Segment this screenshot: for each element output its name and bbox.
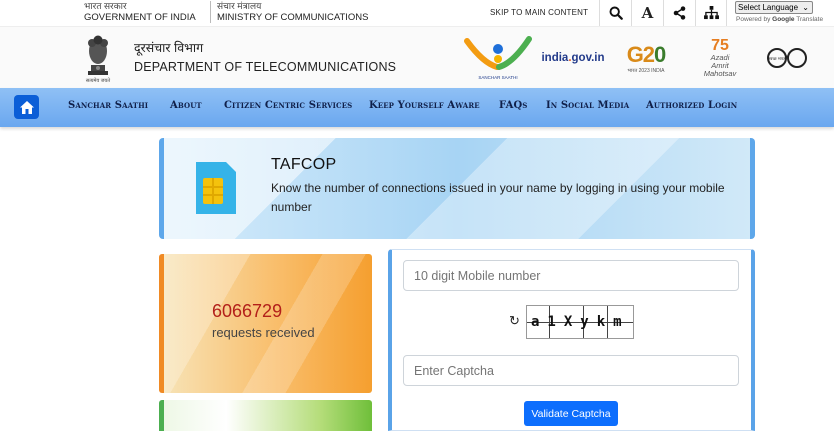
home-icon	[19, 100, 34, 114]
sitemap-button[interactable]	[695, 0, 727, 26]
g20-subtitle: भारत 2023 INDIA	[627, 68, 665, 74]
secondary-stats-card	[159, 400, 372, 431]
mobile-number-input[interactable]	[403, 260, 739, 291]
india-gov-text: india.gov.in	[541, 52, 605, 64]
search-button[interactable]	[599, 0, 631, 26]
nav-authorized-login[interactable]: Authorized Login	[646, 100, 737, 111]
powered-by-label: Powered by	[736, 16, 771, 23]
share-icon	[673, 6, 686, 20]
g20-logo[interactable]: G20 भारत 2023 INDIA	[614, 33, 678, 83]
azadi-line-2: Amrit Mahotsav	[703, 61, 737, 78]
search-icon	[609, 6, 623, 20]
swachh-bharat-logo[interactable]: स्वच्छ भारत	[766, 33, 808, 83]
india-gov-domain: gov.in	[571, 52, 605, 64]
india-gov-logo[interactable]: india.gov.in	[541, 33, 605, 83]
login-form-card: ↻ a1Xykm Validate Captcha	[388, 249, 755, 431]
main-navigation: Sanchar Saathi About Citizen Centric Ser…	[0, 88, 834, 127]
requests-stats-card: 6066729 requests received	[159, 254, 372, 393]
nav-keep-yourself-aware[interactable]: Keep Yourself Aware	[369, 100, 480, 111]
nav-citizen-centric-services[interactable]: Citizen Centric Services	[224, 100, 352, 111]
g20-text: G20	[626, 42, 667, 68]
home-button[interactable]	[14, 95, 39, 119]
sim-card-icon	[196, 162, 236, 214]
g20-zero: 0	[654, 42, 666, 67]
saathi-caption: SANCHAR SAATHI	[478, 75, 517, 80]
nav-in-social-media[interactable]: In Social Media	[546, 100, 629, 111]
requests-count: 6066729	[212, 301, 283, 321]
requests-label: requests received	[212, 325, 315, 340]
captcha-image: a1Xykm	[526, 305, 634, 339]
language-select-value: Select Language	[738, 3, 799, 12]
banner-description: Know the number of connections issued in…	[271, 181, 725, 214]
language-select[interactable]: Select Language ⌄	[735, 1, 813, 14]
text-size-button[interactable]: A	[631, 0, 663, 26]
national-emblem-icon	[88, 35, 108, 75]
captcha-input[interactable]	[403, 355, 739, 386]
share-button[interactable]	[663, 0, 695, 26]
g20-letters: G2	[626, 42, 655, 67]
skip-to-main-content-link[interactable]: SKIP TO MAIN CONTENT	[490, 8, 588, 17]
nav-faqs[interactable]: FAQs	[499, 100, 527, 111]
chevron-down-icon: ⌄	[802, 3, 809, 12]
department-header: सत्यमेव जयते दूरसंचार विभाग DEPARTMENT O…	[0, 26, 834, 88]
captcha-text: a1Xykm	[531, 314, 630, 330]
department-title: DEPARTMENT OF TELECOMMUNICATIONS	[134, 60, 397, 74]
google-label: Google	[772, 16, 795, 23]
powered-by-google-translate: Powered by Google Translate	[736, 16, 823, 23]
tafcop-banner: TAFCOP Know the number of connections is…	[159, 138, 755, 239]
india-gov-word: india	[541, 52, 569, 64]
ministry-english-label: MINISTRY OF COMMUNICATIONS	[217, 12, 369, 23]
azadi-75-icon: 75	[711, 37, 729, 54]
ministry-hindi-label: संचार मंत्रालय	[217, 1, 262, 11]
swachh-caption: स्वच्छ भारत	[769, 56, 787, 61]
government-hindi-label: भारत सरकार	[84, 1, 127, 11]
sanchar-saathi-logo[interactable]: SANCHAR SAATHI	[462, 33, 534, 83]
nav-about[interactable]: About	[170, 100, 202, 111]
government-english-label: GOVERNMENT OF INDIA	[84, 12, 196, 23]
banner-title: TAFCOP	[271, 156, 337, 173]
refresh-captcha-icon[interactable]: ↻	[509, 313, 520, 329]
gandhi-glasses-icon: स्वच्छ भारत	[767, 48, 807, 68]
nav-sanchar-saathi[interactable]: Sanchar Saathi	[68, 100, 148, 111]
ministry-block: संचार मंत्रालय MINISTRY OF COMMUNICATION…	[210, 1, 368, 23]
validate-captcha-button[interactable]: Validate Captcha	[524, 401, 618, 426]
sitemap-icon	[703, 6, 719, 20]
sanchar-saathi-icon: SANCHAR SAATHI	[464, 36, 532, 80]
translate-label: Translate	[796, 16, 824, 23]
government-strip: भारत सरकार GOVERNMENT OF INDIA संचार मंत…	[0, 0, 834, 26]
azadi-ka-amrit-mahotsav-logo[interactable]: 75 Azadi Amrit Mahotsav	[696, 33, 744, 83]
government-of-india-block: भारत सरकार GOVERNMENT OF INDIA	[84, 1, 196, 23]
text-size-label: A	[641, 4, 654, 22]
emblem-caption: सत्यमेव जयते	[85, 78, 111, 84]
department-hindi-title: दूरसंचार विभाग	[134, 41, 204, 55]
